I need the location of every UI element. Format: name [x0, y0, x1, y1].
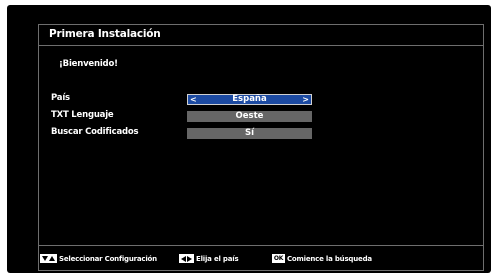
- hint-country-label: Elija el país: [196, 254, 239, 263]
- chevron-left-icon[interactable]: <: [190, 95, 197, 104]
- panel-title: Primera Instalación: [49, 28, 161, 40]
- tv-screen: Primera Instalación ¡Bienvenido! País < …: [7, 5, 491, 273]
- left-right-arrows-icon: [179, 254, 194, 263]
- hint-navigate-label: Seleccionar Configuración: [59, 254, 157, 263]
- scan-encrypted-selector[interactable]: Sí: [187, 128, 312, 139]
- country-value: España: [232, 94, 267, 104]
- country-label: País: [51, 93, 70, 103]
- country-selector[interactable]: < España >: [187, 94, 312, 105]
- ok-key-icon: OK: [272, 254, 285, 263]
- chevron-right-icon[interactable]: >: [302, 95, 309, 104]
- welcome-text: ¡Bienvenido!: [59, 59, 118, 69]
- txt-language-label: TXT Lenguaje: [51, 110, 114, 120]
- hint-ok-label: Comience la búsqueda: [287, 254, 372, 263]
- txt-language-selector[interactable]: Oeste: [187, 111, 312, 122]
- up-down-arrows-icon: [40, 254, 57, 263]
- scan-encrypted-value: Sí: [244, 128, 255, 138]
- hint-country: Elija el país: [179, 254, 239, 263]
- hint-navigate: Seleccionar Configuración: [40, 254, 157, 263]
- hint-ok: OK Comience la búsqueda: [272, 254, 372, 263]
- title-divider: [39, 45, 483, 46]
- footer-divider: [39, 245, 483, 246]
- scan-encrypted-label: Buscar Codificados: [51, 127, 139, 137]
- first-install-panel: Primera Instalación ¡Bienvenido! País < …: [38, 24, 484, 271]
- txt-language-value: Oeste: [235, 111, 264, 121]
